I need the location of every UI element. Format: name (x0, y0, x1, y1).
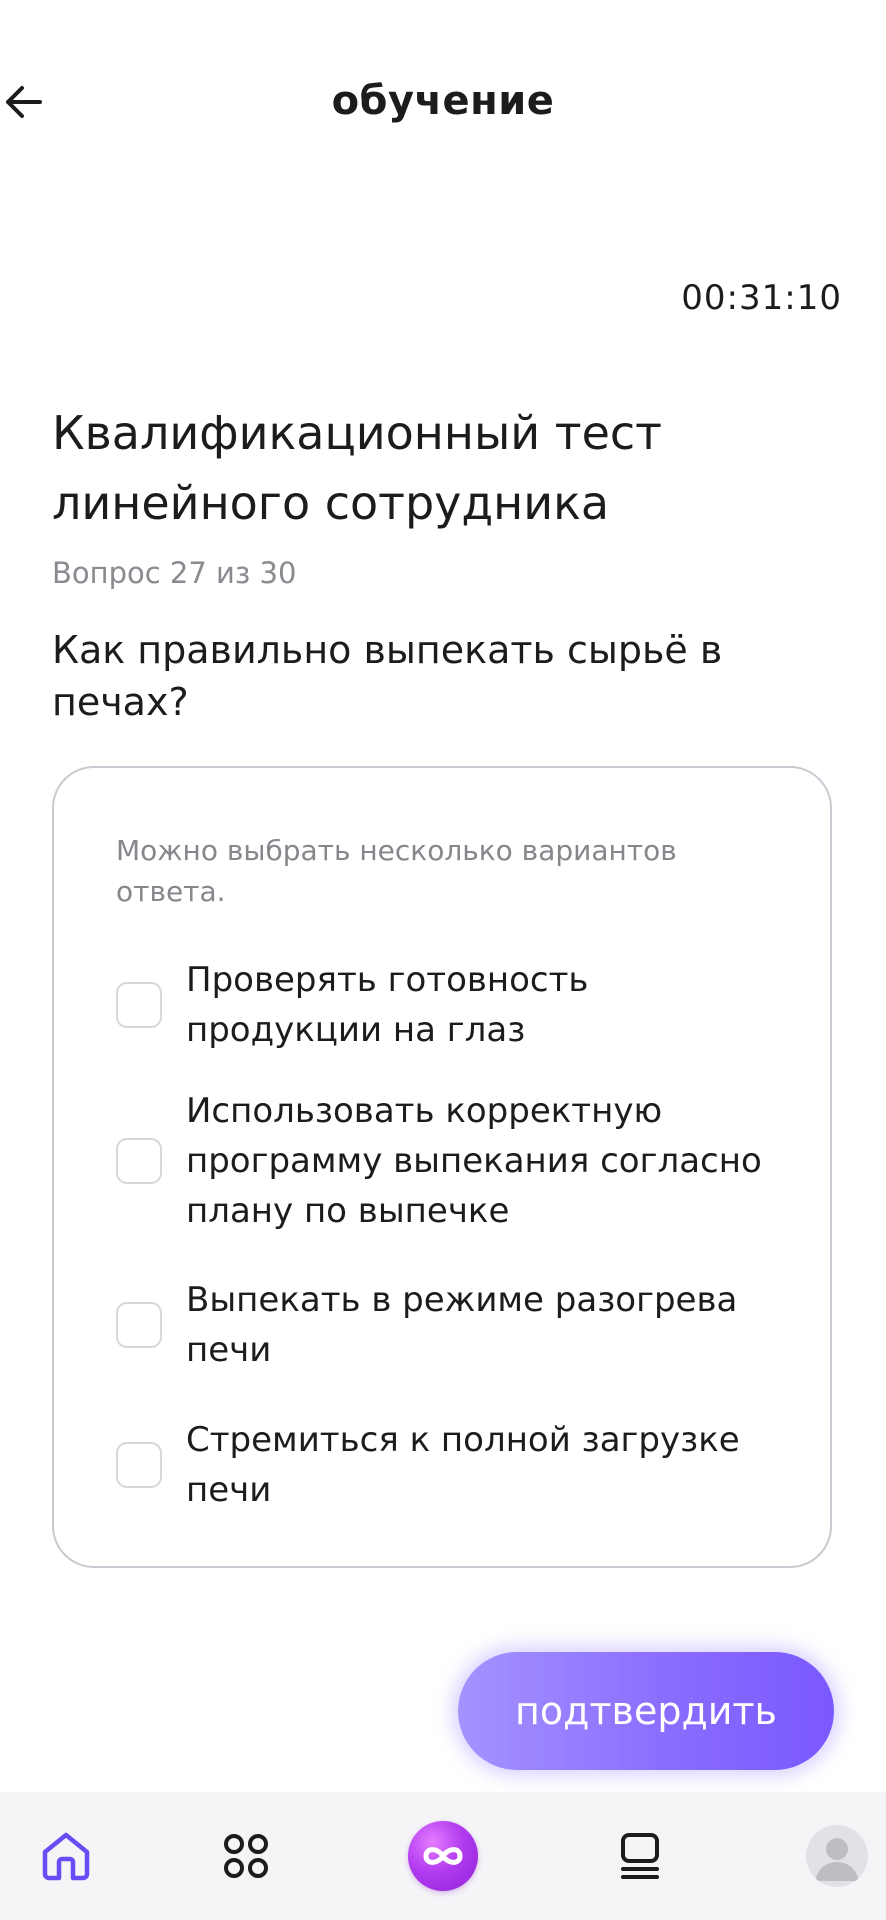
page-title: обучение (331, 78, 555, 124)
answer-option-label: Проверять готовность продукции на глаз (186, 960, 589, 1050)
answer-checkbox[interactable] (116, 1302, 162, 1348)
home-icon (42, 1832, 90, 1881)
answer-card: Можно выбрать несколько вариантов ответа… (52, 766, 832, 1568)
answer-option[interactable]: Использовать корректную программу выпека… (116, 1086, 796, 1236)
question-text: Как правильно выпекать сырьё в печах? (52, 628, 723, 724)
center-tab-button (408, 1821, 478, 1891)
answer-checkbox[interactable] (116, 1442, 162, 1488)
screen: обучение 00:31:10 Квалификационный тест … (0, 0, 886, 1920)
answer-option-label: Использовать корректную программу выпека… (186, 1091, 762, 1231)
avatar (806, 1825, 868, 1887)
tab-center[interactable] (393, 1792, 493, 1920)
answer-checkbox[interactable] (116, 982, 162, 1028)
tab-profile[interactable] (788, 1792, 886, 1920)
tab-home[interactable] (16, 1792, 116, 1920)
test-timer: 00:31:10 (681, 278, 842, 318)
confirm-button[interactable]: подтвердить (458, 1652, 834, 1770)
apps-grid-icon (224, 1834, 268, 1878)
answer-option[interactable]: Проверять готовность продукции на глаз (116, 955, 796, 1055)
bottom-tab-bar (0, 1792, 886, 1920)
question-progress: Вопрос 27 из 30 (52, 556, 297, 590)
answer-option-label: Выпекать в режиме разогрева печи (186, 1280, 738, 1370)
tab-catalog[interactable] (196, 1792, 296, 1920)
answer-option-label: Стремиться к полной загрузке печи (186, 1420, 740, 1510)
tab-courses[interactable] (590, 1792, 690, 1920)
courses-icon (621, 1833, 659, 1879)
infinity-icon (423, 1847, 463, 1865)
answer-checkbox[interactable] (116, 1138, 162, 1184)
answer-option[interactable]: Стремиться к полной загрузке печи (116, 1415, 796, 1515)
avatar-icon (815, 1838, 859, 1881)
multiple-choice-hint: Можно выбрать несколько вариантов ответа… (116, 834, 677, 908)
test-title: Квалификационный тест линейного сотрудни… (52, 406, 662, 530)
answer-option[interactable]: Выпекать в режиме разогрева печи (116, 1275, 796, 1375)
header: обучение (0, 50, 886, 154)
